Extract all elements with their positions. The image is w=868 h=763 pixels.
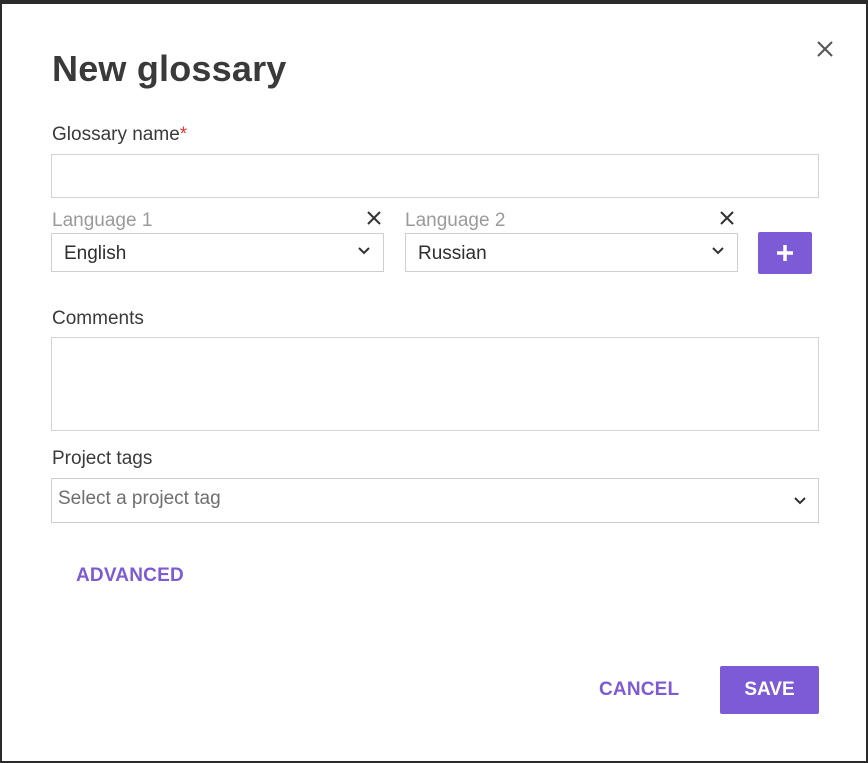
comments-textarea[interactable] <box>51 337 819 431</box>
save-button[interactable]: SAVE <box>720 666 819 714</box>
language-1-label: Language 1 <box>52 210 153 231</box>
chevron-down-icon <box>794 497 806 505</box>
language-1-value: English <box>64 243 127 264</box>
language-2-label: Language 2 <box>405 210 506 231</box>
comments-label: Comments <box>52 308 144 329</box>
project-tags-select[interactable]: Select a project tag <box>51 478 819 523</box>
add-language-button[interactable] <box>758 232 812 274</box>
cancel-button[interactable]: CANCEL <box>599 679 679 701</box>
advanced-button[interactable]: ADVANCED <box>76 565 184 587</box>
dialog-title: New glossary <box>52 48 287 89</box>
close-icon[interactable] <box>814 38 836 60</box>
remove-language-2-icon[interactable] <box>719 210 735 226</box>
glossary-name-label-text: Glossary name <box>52 124 180 145</box>
remove-language-1-icon[interactable] <box>366 210 382 226</box>
chevron-down-icon <box>358 247 370 255</box>
new-glossary-dialog: New glossary Glossary name* Language 1 E… <box>2 4 866 761</box>
language-1-select[interactable]: English <box>51 233 384 272</box>
project-tags-placeholder: Select a project tag <box>58 488 221 509</box>
plus-icon <box>777 245 793 261</box>
glossary-name-input[interactable] <box>51 154 819 198</box>
glossary-name-label: Glossary name* <box>52 124 187 146</box>
required-marker: * <box>179 124 188 145</box>
language-2-select[interactable]: Russian <box>405 233 738 272</box>
language-2-value: Russian <box>418 243 487 264</box>
chevron-down-icon <box>712 247 724 255</box>
project-tags-label: Project tags <box>52 448 153 469</box>
